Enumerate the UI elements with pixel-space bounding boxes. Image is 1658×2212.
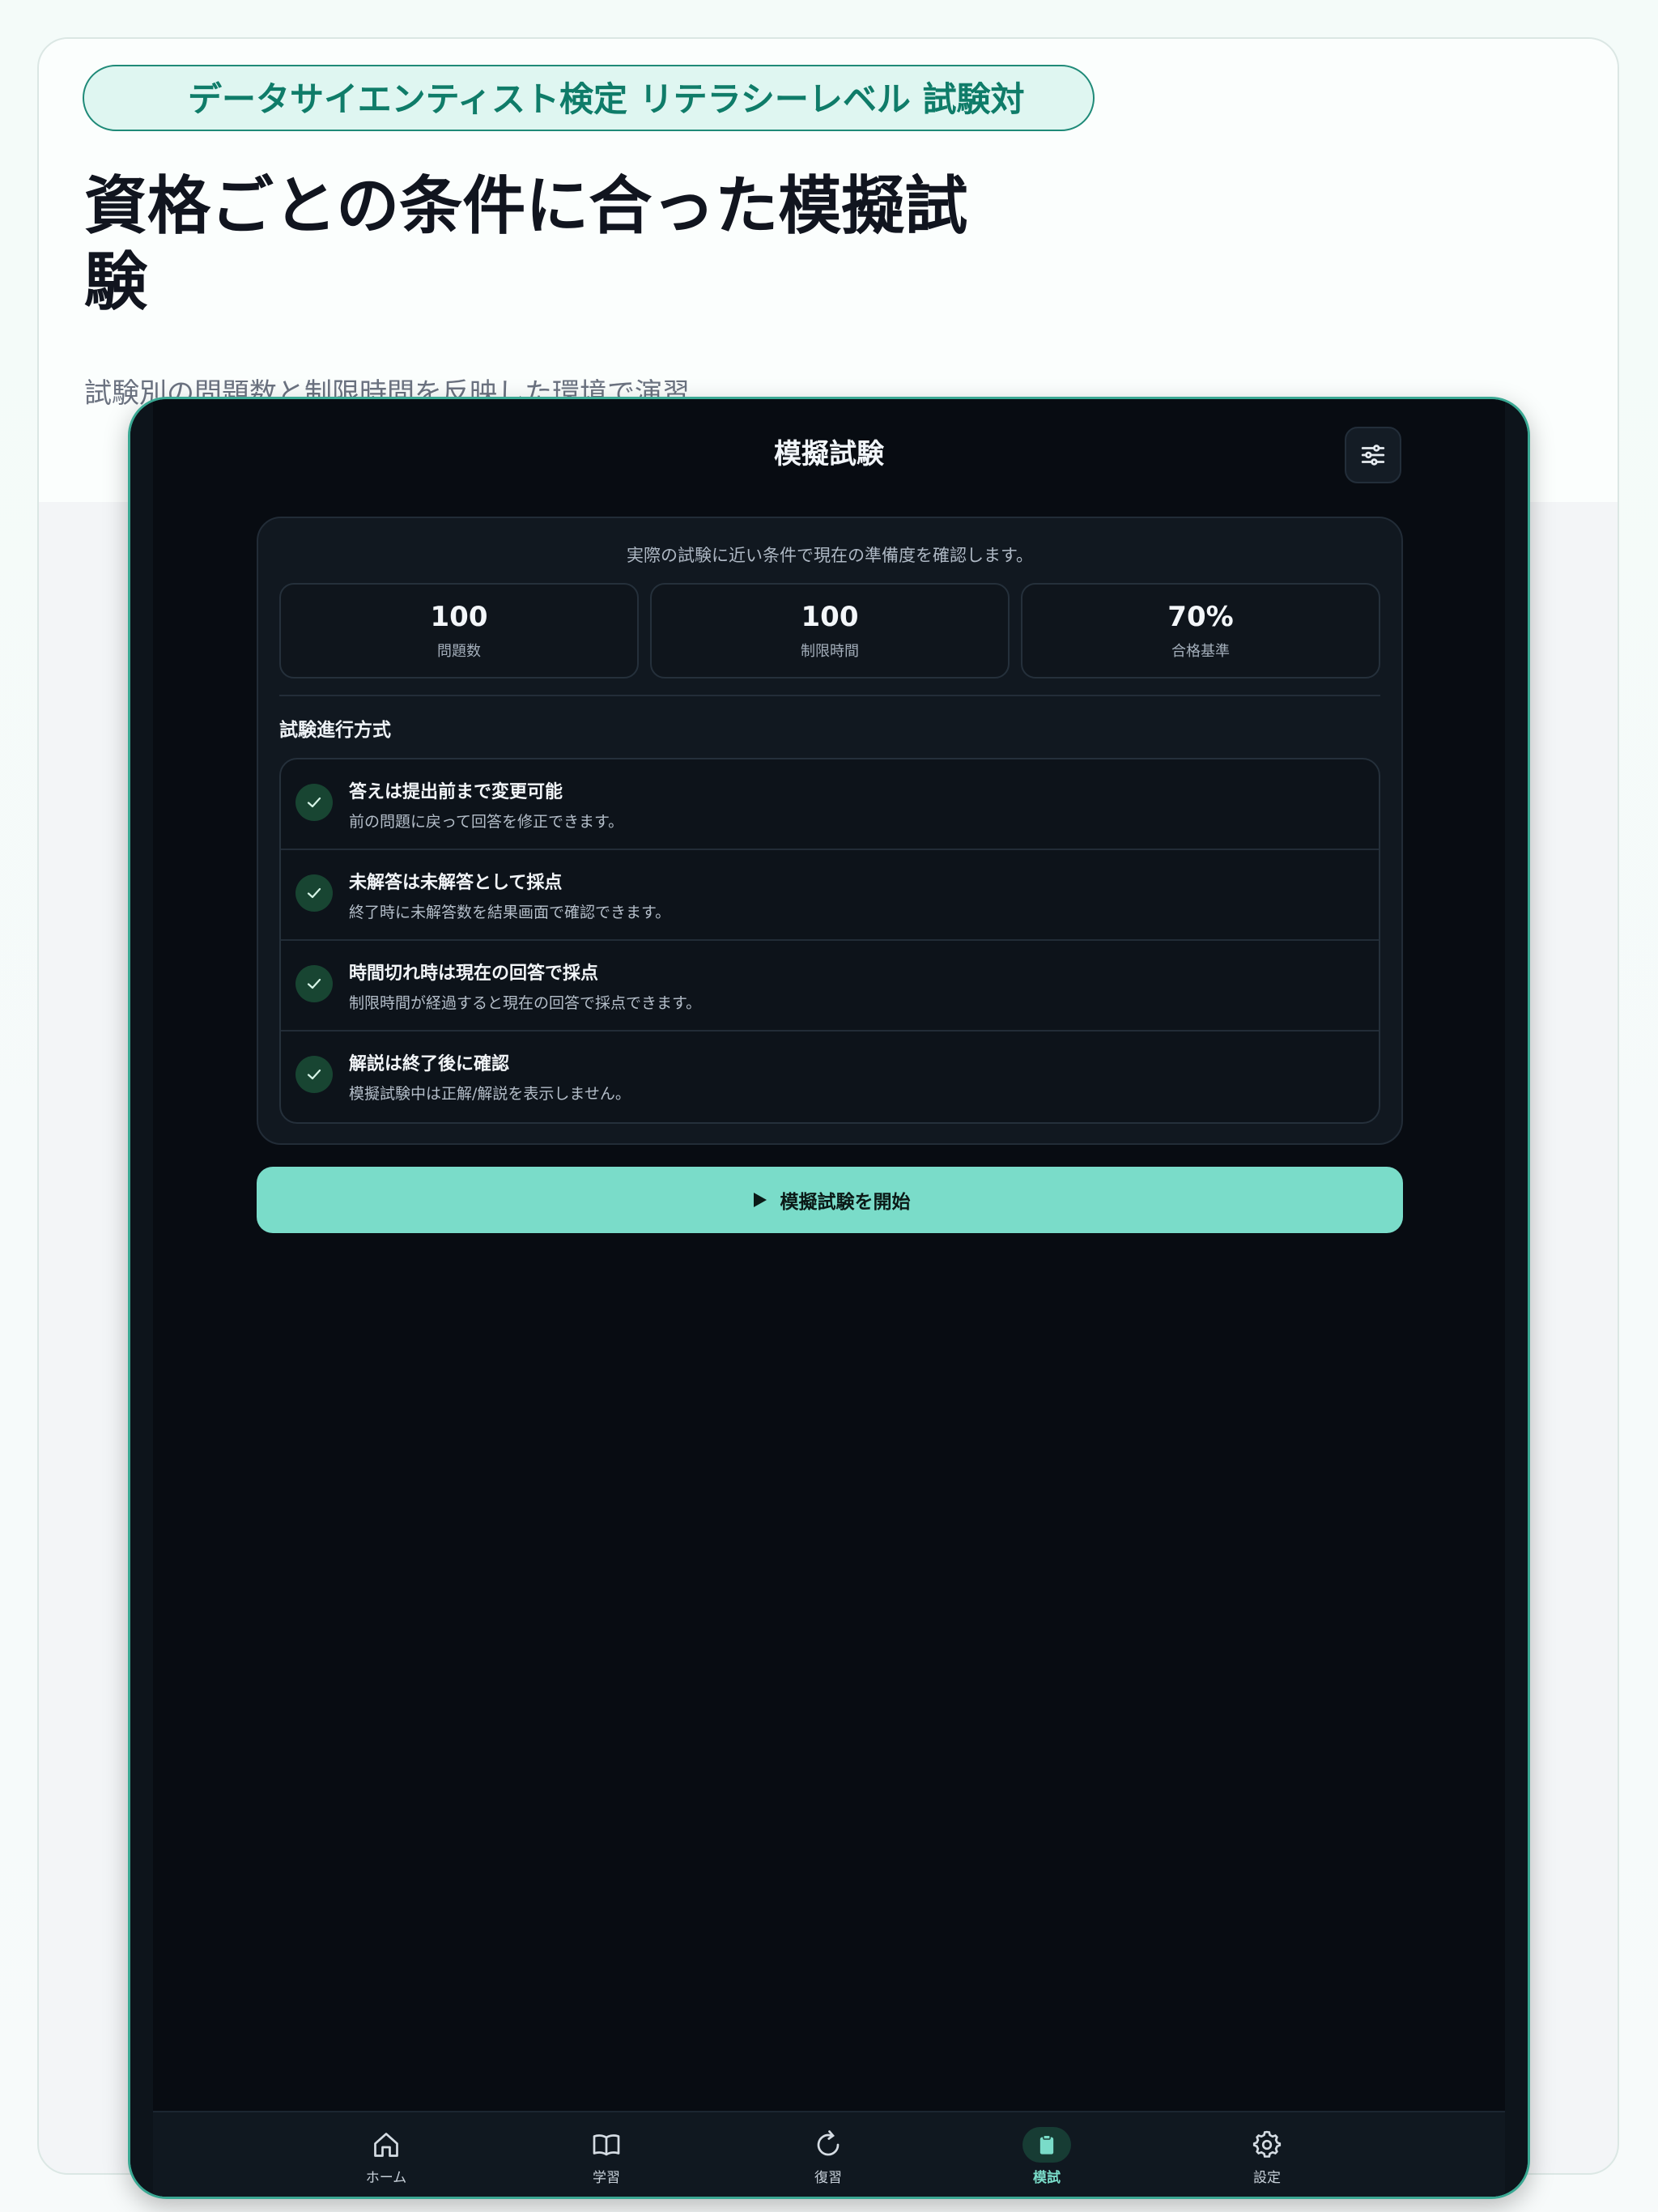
- check-icon: [295, 965, 333, 1002]
- list-item: 解説は終了後に確認 模擬試験中は正解/解説を表示しません。: [281, 1032, 1379, 1122]
- screen-title: 模擬試験: [774, 438, 884, 470]
- tab-home[interactable]: ホーム: [329, 2127, 443, 2195]
- stat-value: 100: [801, 601, 859, 633]
- list-item: 答えは提出前まで変更可能 前の問題に戻って回答を修正できます。: [281, 759, 1379, 850]
- tab-label: 設定: [1253, 2170, 1281, 2186]
- tab-label: ホーム: [365, 2170, 407, 2186]
- check-icon: [295, 874, 333, 912]
- bezel-left: [130, 399, 153, 2197]
- check-icon: [295, 1056, 333, 1093]
- rule-title: 解説は終了後に確認: [349, 1054, 510, 1074]
- stat-time-limit: 100 制限時間: [650, 583, 1010, 678]
- tab-settings[interactable]: 設定: [1210, 2127, 1324, 2195]
- panel-intro: 実際の試験に近い条件で現在の準備度を確認します。: [627, 546, 1033, 565]
- rule-description: 終了時に未解答数を結果画面で確認できます。: [349, 904, 671, 921]
- list-item: 未解答は未解答として採点 終了時に未解答数を結果画面で確認できます。: [281, 850, 1379, 941]
- rules-list: 答えは提出前まで変更可能 前の問題に戻って回答を修正できます。 未解答は未解答と…: [279, 758, 1380, 1124]
- bottom-tab-bar: ホーム 学習 復習 模試 設定: [153, 2111, 1505, 2197]
- tab-review[interactable]: 復習: [772, 2127, 885, 2195]
- tab-label: 模試: [1033, 2170, 1061, 2186]
- book-icon: [593, 2134, 620, 2156]
- rule-description: 制限時間が経過すると現在の回答で採点できます。: [349, 994, 702, 1012]
- rule-title: 答えは提出前まで変更可能: [349, 782, 563, 802]
- check-icon: [295, 784, 333, 821]
- exam-badge: データサイエンティスト検定 リテラシーレベル 試験対: [83, 65, 1095, 131]
- page: データサイエンティスト検定 リテラシーレベル 試験対 資格ごとの条件に合った模擬…: [0, 0, 1658, 2212]
- rule-title: 未解答は未解答として採点: [349, 873, 563, 893]
- divider: [279, 695, 1380, 696]
- active-tab-indicator: [1022, 2127, 1071, 2163]
- stat-value: 70%: [1167, 601, 1234, 633]
- clipboard-icon: [1039, 2134, 1054, 2155]
- list-item: 時間切れ時は現在の回答で採点 制限時間が経過すると現在の回答で採点できます。: [281, 941, 1379, 1032]
- app-screen: 模擬試験 実際の試験に近い条件で現在の準備度を確認します。 100 問題数 10…: [153, 399, 1505, 2197]
- exam-overview-panel: 実際の試験に近い条件で現在の準備度を確認します。 100 問題数 100 制限時…: [257, 517, 1403, 1145]
- gear-icon: [1252, 2130, 1282, 2158]
- stat-question-count: 100 問題数: [279, 583, 639, 678]
- headline: 資格ごとの条件に合った模擬試験: [84, 170, 968, 319]
- home-icon: [374, 2133, 398, 2157]
- tab-label: 学習: [593, 2170, 620, 2186]
- sliders-icon: [1361, 445, 1385, 466]
- refresh-icon: [817, 2130, 840, 2156]
- rule-description: 模擬試験中は正解/解説を表示しません。: [349, 1085, 631, 1103]
- rule-title: 時間切れ時は現在の回答で採点: [349, 963, 599, 984]
- start-exam-label: 模擬試験を開始: [780, 1192, 911, 1213]
- rule-description: 前の問題に戻って回答を修正できます。: [349, 813, 624, 831]
- stat-label: 合格基準: [1171, 643, 1230, 660]
- bezel-right: [1505, 399, 1528, 2197]
- tab-label: 復習: [814, 2170, 842, 2186]
- tab-study[interactable]: 学習: [550, 2127, 663, 2195]
- stat-pass-threshold: 70% 合格基準: [1021, 583, 1380, 678]
- stat-label: 問題数: [437, 643, 481, 660]
- start-exam-button[interactable]: 模擬試験を開始: [257, 1167, 1403, 1233]
- filter-settings-button[interactable]: [1345, 427, 1401, 483]
- section-title: 試験進行方式: [279, 720, 391, 741]
- tab-mock-exam[interactable]: 模試: [990, 2127, 1103, 2195]
- play-icon: [753, 1193, 767, 1207]
- stat-label: 制限時間: [801, 643, 859, 660]
- tablet-device: 模擬試験 実際の試験に近い条件で現在の準備度を確認します。 100 問題数 10…: [128, 397, 1530, 2199]
- stat-value: 100: [430, 601, 488, 633]
